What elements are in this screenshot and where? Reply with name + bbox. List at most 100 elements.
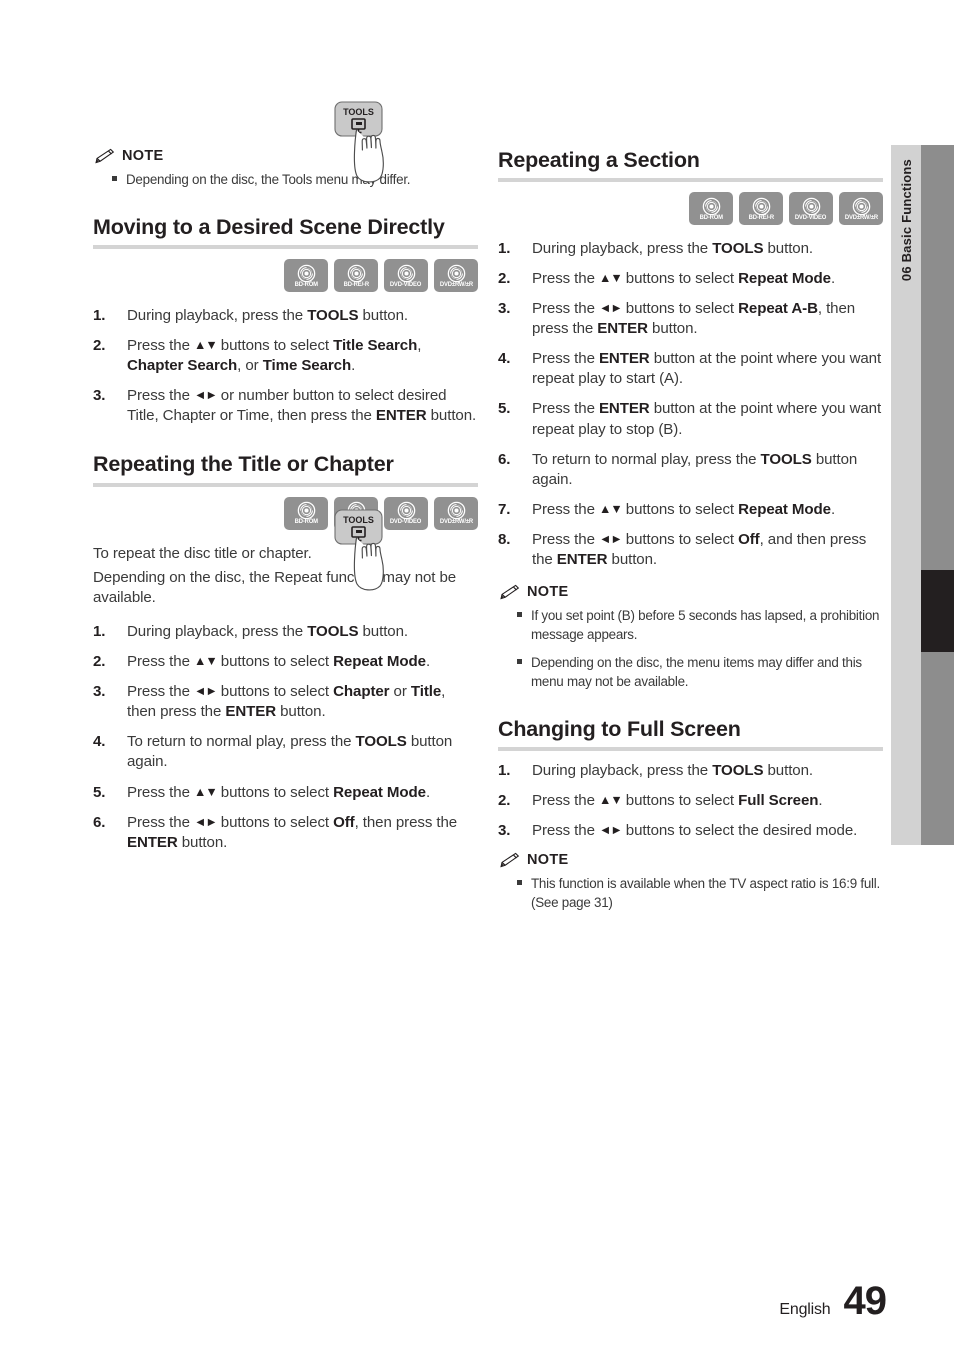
note-items: Depending on the disc, the Tools menu ma… (93, 170, 478, 189)
intro-line-2: Depending on the disc, the Repeat functi… (93, 568, 457, 606)
intro-line-1: To repeat the disc title or chapter. (93, 544, 312, 562)
repeating-title-step-6: 6. Press the ◄► buttons to select Off, th… (93, 813, 478, 853)
disc-badge-bd-rom: BD-ROM (284, 496, 328, 530)
note-header: NOTE (498, 852, 883, 868)
step-text: Press the ▲▼ buttons to select Repeat Mo… (127, 783, 431, 801)
note-item: This function is available when the TV a… (517, 874, 883, 912)
repeating-title-step-5: 5. Press the ▲▼ buttons to select Repeat … (93, 783, 478, 803)
step-text: Press the ▲▼ buttons to select Repeat Mo… (127, 653, 431, 671)
step-text: Press the ◄► buttons to select the desir… (532, 822, 858, 840)
svg-text:TOOLS: TOOLS (343, 107, 374, 117)
moving-to-scene-step-2: 2. Press the ▲▼ buttons to select Title S… (93, 336, 478, 376)
repeating-title-step-1: 1. During playback, press the TOOLS butto… (93, 622, 478, 642)
note-header: NOTE (93, 148, 478, 164)
repeating-title-step-3: 3. Press the ◄► buttons to select Chapter… (93, 682, 478, 722)
step-text: Press the ▲▼ buttons to select Repeat Mo… (532, 500, 836, 518)
steps-list-moving: 1. During playback, press the TOOLS butto… (93, 306, 478, 426)
bullet-square-icon (517, 880, 522, 886)
disc-badge-row: BD-ROM BD-RE/-R DVD-VIDEO DVD±RW/±R (93, 259, 478, 293)
step-number: 5. (93, 783, 106, 801)
svg-text:TOOLS: TOOLS (343, 515, 374, 525)
tools-button-press-illustration: TOOLS (332, 508, 394, 594)
step-number: 4. (498, 350, 511, 368)
disc-badge-dvd-video: DVD-VIDEO (789, 192, 833, 226)
repeating-section-step-5: 5. Press the ENTER button at the point wh… (498, 399, 883, 439)
steps-list-repeating-section: 1. During playback, press the TOOLS butto… (498, 239, 883, 570)
steps-list-full-screen: 1. During playback, press the TOOLS butto… (498, 761, 883, 841)
moving-to-scene-step-1: 1. During playback, press the TOOLS butto… (93, 306, 478, 326)
section-moving-to-scene: Moving to a Desired Scene Directly BD-RO… (93, 215, 478, 426)
step-text: Press the ◄► or number button to select … (127, 387, 477, 425)
bullet-square-icon (517, 611, 522, 617)
repeating-section-step-6: 6. To return to normal play, press the TO… (498, 450, 883, 490)
heading-divider (498, 178, 883, 183)
disc-badge-label: BD-RE/-R (748, 213, 774, 221)
disc-badge-label: BD-RE/-R (343, 281, 369, 288)
note-title: NOTE (527, 852, 569, 869)
note-header: NOTE (498, 584, 883, 600)
repeating-section-step-4: 4. Press the ENTER button at the point wh… (498, 349, 883, 389)
step-text: Press the ◄► buttons to select Off, and … (532, 530, 867, 568)
step-number: 6. (498, 450, 511, 468)
heading-divider (93, 482, 478, 487)
note-block-full-screen: NOTE This function is available when the… (498, 852, 883, 912)
step-text: Press the ▲▼ buttons to select Full Scre… (532, 792, 823, 810)
disc-badge-dvd-video: DVD-VIDEO (384, 259, 428, 293)
disc-badge-label: DVD-VIDEO (390, 281, 422, 288)
full-screen-step-2: 2. Press the ▲▼ buttons to select Full Sc… (498, 791, 883, 811)
chapter-progress-marker (921, 570, 954, 652)
step-text: To return to normal play, press the TOOL… (127, 733, 453, 771)
note-items: This function is available when the TV a… (498, 874, 883, 912)
steps-list-repeating-title: 1. During playback, press the TOOLS butto… (93, 622, 478, 853)
note-block-tools-menu: NOTE Depending on the disc, the Tools me… (93, 148, 478, 189)
step-number: 8. (498, 530, 511, 548)
note-item-text: This function is available when the TV a… (531, 876, 880, 911)
step-number: 3. (93, 387, 106, 405)
step-text: During playback, press the TOOLS button. (127, 623, 408, 641)
footer-language: English (779, 1301, 831, 1318)
note-item-text: If you set point (B) before 5 seconds ha… (531, 607, 880, 642)
step-text: Press the ▲▼ buttons to select Repeat Mo… (532, 270, 836, 288)
disc-badge-bd-re-r: BD-RE/-R (334, 259, 378, 293)
tools-button-press-illustration: TOOLS (332, 100, 394, 186)
full-screen-step-1: 1. During playback, press the TOOLS butto… (498, 761, 883, 781)
disc-badge-label: BD-ROM (294, 518, 318, 526)
disc-badge-label: DVD-VIDEO (795, 213, 827, 221)
step-number: 2. (498, 270, 511, 288)
repeating-title-step-2: 2. Press the ▲▼ buttons to select Repeat … (93, 652, 478, 672)
heading-divider (498, 747, 883, 752)
step-number: 1. (93, 307, 106, 325)
heading-divider (93, 245, 478, 250)
right-column: Repeating a Section BD-ROM BD-RE/-R DVD-VI… (498, 148, 883, 912)
chapter-side-tab: 06 Basic Functions (891, 145, 921, 845)
disc-badge-dvd-rw-r: DVD±RW/±R (839, 192, 883, 226)
disc-badge-row: BD-ROM BD-RE/-R DVD-VIDEO DVD±RW/±R (498, 192, 883, 226)
step-text: Press the ◄► buttons to select Repeat A-… (532, 300, 856, 338)
step-number: 4. (93, 733, 106, 751)
bullet-square-icon (112, 176, 117, 181)
step-number: 6. (93, 813, 106, 831)
note-items: If you set point (B) before 5 seconds ha… (498, 606, 883, 691)
left-column: NOTE Depending on the disc, the Tools me… (93, 148, 478, 853)
pencil-icon (500, 584, 520, 600)
disc-badge-label: BD-ROM (699, 213, 723, 221)
step-text: During playback, press the TOOLS button. (532, 240, 813, 258)
step-number: 2. (93, 653, 106, 671)
bullet-square-icon (517, 658, 522, 664)
note-block-repeat-section: NOTE If you set point (B) before 5 secon… (498, 584, 883, 691)
chapter-side-tab-label: 06 Basic Functions (899, 159, 914, 282)
disc-badge-label: DVD-VIDEO (390, 518, 422, 526)
step-number: 1. (93, 623, 106, 641)
note-item: If you set point (B) before 5 seconds ha… (517, 606, 883, 644)
step-text: Press the ENTER button at the point wher… (532, 400, 882, 438)
disc-badge-bd-rom: BD-ROM (284, 259, 328, 293)
step-number: 3. (93, 683, 106, 701)
repeating-section-step-2: 2. Press the ▲▼ buttons to select Repeat … (498, 269, 883, 289)
step-number: 2. (498, 792, 511, 810)
step-text: During playback, press the TOOLS button. (127, 307, 408, 325)
step-text: Press the ENTER button at the point wher… (532, 350, 882, 388)
step-number: 1. (498, 762, 511, 780)
repeating-section-step-1: 1. During playback, press the TOOLS butto… (498, 239, 883, 259)
step-text: During playback, press the TOOLS button. (532, 762, 813, 780)
step-number: 7. (498, 500, 511, 518)
